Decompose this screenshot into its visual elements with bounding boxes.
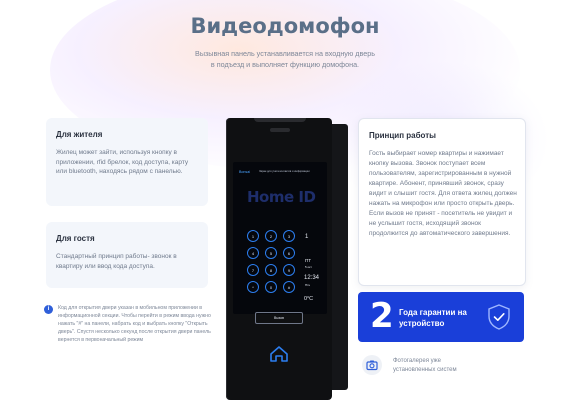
- camera-icon: [366, 360, 378, 371]
- warranty-number: 2: [370, 296, 394, 336]
- device-key: 2: [265, 230, 277, 242]
- device-day-label: ПТ: [305, 258, 312, 263]
- device-key: 8: [265, 264, 277, 276]
- device-body: Bonsai Экран для учета контактов и инфор…: [226, 118, 332, 400]
- principle-card-title: Принцип работы: [369, 131, 436, 140]
- device-key: 1: [247, 230, 259, 242]
- device-key: 9: [283, 264, 295, 276]
- device-key: *: [247, 281, 259, 293]
- home-icon: [270, 346, 288, 362]
- device-key: 5: [265, 247, 277, 259]
- guest-card-text: Стандартный принцип работы- звонок в ква…: [56, 253, 177, 270]
- principle-card: Принцип работы Гость выбирает номер квар…: [358, 118, 526, 286]
- device-key: 3: [283, 230, 295, 242]
- device-apartment-number: 1: [305, 234, 309, 240]
- device-weekday: Птн: [305, 283, 311, 287]
- device-key: 4: [247, 247, 259, 259]
- resident-card-text: Жилец может зайти, используя кнопку в пр…: [56, 149, 189, 176]
- access-code-note: Код для открытия двери указан в мобильно…: [58, 305, 211, 343]
- device-time: 12:34: [304, 275, 320, 281]
- warranty-badge: 2 Года гарантии на устройство: [358, 292, 524, 342]
- resident-card-title: Для жителя: [56, 130, 103, 139]
- info-icon: i: [44, 305, 53, 314]
- device-sensor: [270, 128, 290, 132]
- device-brand: Bonsai: [239, 170, 250, 174]
- shield-check-icon: [488, 304, 510, 330]
- principle-card-text: Гость выбирает номер квартиры и нажимает…: [369, 150, 517, 237]
- resident-card: Для жителя Жилец может зайти, используя …: [46, 118, 208, 206]
- device-date: 5 окт: [305, 265, 312, 269]
- page-title: Видеодомофон: [190, 14, 380, 38]
- device-screen: Bonsai Экран для учета контактов и инфор…: [233, 162, 327, 324]
- device-header: Экран для учета контактов и информации: [259, 170, 310, 173]
- warranty-text: Года гарантии на устройство: [399, 308, 467, 328]
- device-camera: [254, 118, 306, 122]
- guest-card: Для гостя Стандартный принцип работы- зв…: [46, 222, 208, 288]
- intercom-device-image: Bonsai Экран для учета контактов и инфор…: [224, 118, 352, 400]
- device-key: 7: [247, 264, 259, 276]
- device-logo: Home ID: [247, 188, 316, 206]
- device-key: 0: [265, 281, 277, 293]
- device-temperature: 0°C: [304, 296, 314, 302]
- page-subtitle: Вызывная панель устанавливается на входн…: [195, 49, 375, 69]
- guest-card-title: Для гостя: [56, 234, 95, 243]
- device-call-button: Вызов: [255, 312, 303, 324]
- gallery-link[interactable]: Фотогалерея уже установленных систем: [393, 357, 473, 374]
- device-key: 6: [283, 247, 295, 259]
- gallery-button[interactable]: [362, 355, 382, 375]
- device-key: #: [283, 281, 295, 293]
